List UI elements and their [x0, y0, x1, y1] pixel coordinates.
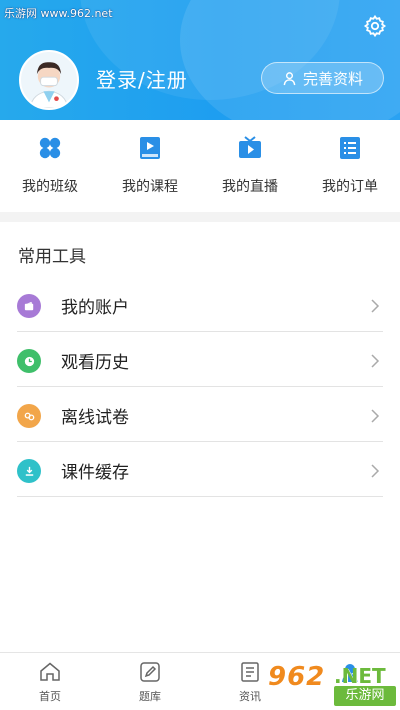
tool-courseware-cache[interactable]: 课件缓存 [0, 442, 400, 497]
complete-profile-button[interactable]: 完善资料 [261, 62, 384, 94]
watermark-logo-number: 962 [268, 662, 326, 692]
quick-link-label: 我的课程 [122, 179, 178, 195]
tools-title: 常用工具 [18, 247, 86, 267]
avatar[interactable] [19, 50, 79, 110]
quick-links-bar: 我的班级 我的课程 我的直播 我的订单 [0, 120, 400, 212]
four-petal-icon [39, 137, 61, 159]
quick-link-label: 我的订单 [322, 179, 378, 195]
quick-link-my-class[interactable]: 我的班级 [0, 120, 100, 212]
wallet-icon [17, 294, 41, 318]
tab-question-bank[interactable]: 题库 [100, 653, 200, 710]
tool-offline-papers[interactable]: 离线试卷 [0, 387, 400, 442]
quick-link-label: 我的直播 [222, 179, 278, 195]
tool-label: 我的账户 [61, 298, 129, 318]
login-register-link[interactable]: 登录/注册 [96, 64, 188, 93]
tv-play-icon [239, 136, 261, 158]
news-icon [241, 662, 259, 682]
clock-icon [17, 349, 41, 373]
quick-link-my-order[interactable]: 我的订单 [300, 120, 400, 212]
tab-home[interactable]: 首页 [0, 653, 100, 710]
gear-icon[interactable] [363, 14, 387, 38]
quick-link-label: 我的班级 [22, 179, 78, 195]
tool-label: 离线试卷 [61, 408, 129, 428]
tab-label: 首页 [39, 690, 61, 703]
tab-label: 资讯 [239, 690, 261, 703]
tool-label: 课件缓存 [61, 463, 129, 483]
complete-profile-label: 完善资料 [302, 69, 363, 88]
watermark-logo-net: .NET [334, 664, 386, 688]
tool-my-account[interactable]: 我的账户 [0, 277, 400, 332]
download-icon [17, 459, 41, 483]
person-icon [283, 71, 296, 85]
doctor-avatar-icon [21, 52, 77, 108]
list-icon [340, 137, 360, 159]
chevron-right-icon [371, 299, 380, 313]
book-play-icon [140, 137, 160, 159]
chevron-right-icon [371, 464, 380, 478]
watermark-logo: 962 .NET 乐游网 [265, 662, 400, 710]
tab-label: 题库 [139, 690, 161, 703]
chevron-right-icon [371, 409, 380, 423]
quick-link-my-live[interactable]: 我的直播 [200, 120, 300, 212]
home-icon [40, 662, 60, 681]
tool-watch-history[interactable]: 观看历史 [0, 332, 400, 387]
paper-icon [17, 404, 41, 428]
pencil-icon [140, 662, 160, 682]
common-tools-section: 常用工具 我的账户 观看历史 离线试卷 课件缓存 [0, 222, 400, 652]
chevron-right-icon [371, 354, 380, 368]
tool-label: 观看历史 [61, 353, 129, 373]
quick-link-my-course[interactable]: 我的课程 [100, 120, 200, 212]
watermark-logo-cn: 乐游网 [334, 686, 396, 706]
watermark-site-text: 乐游网 www.962.net [4, 7, 113, 20]
